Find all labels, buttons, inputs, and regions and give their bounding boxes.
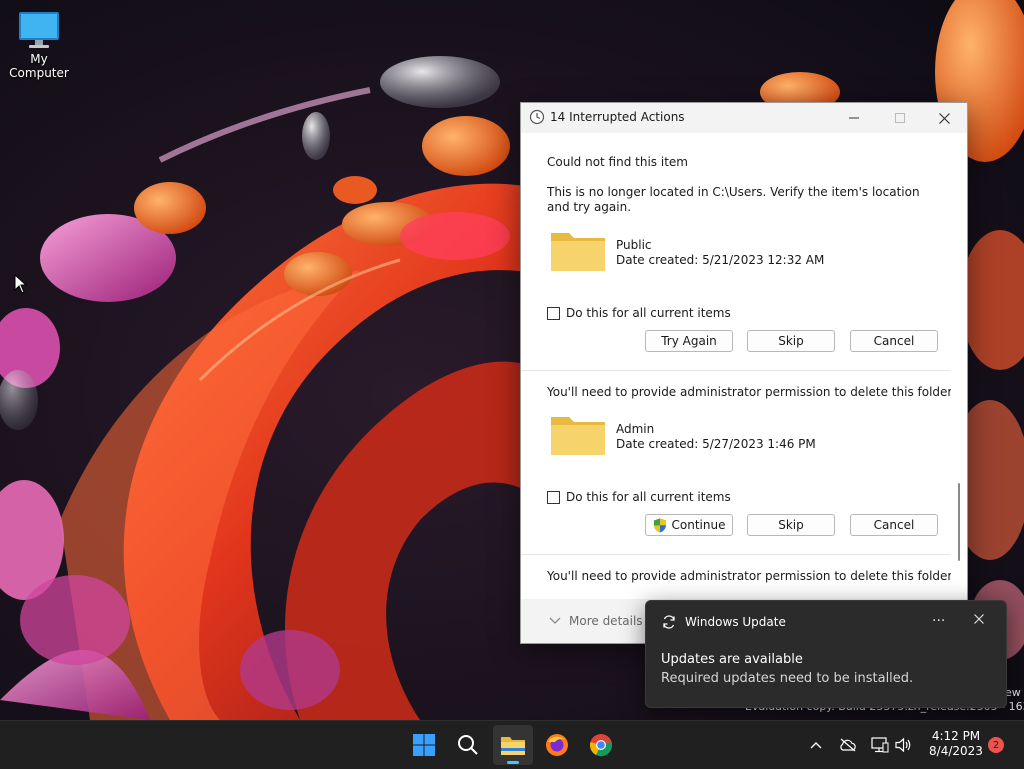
toast-more-button[interactable]: ···: [932, 613, 945, 629]
windows-update-toast[interactable]: Windows Update ··· Updates are available…: [645, 600, 1007, 708]
desktop-icon-label: My Computer: [9, 52, 69, 80]
show-hidden-icons-button[interactable]: [806, 735, 826, 755]
checkbox-label: Do this for all current items: [566, 306, 731, 320]
start-icon: [413, 734, 435, 756]
watermark-edition: ew: [1005, 686, 1021, 699]
onedrive-tray-button[interactable]: [838, 735, 858, 755]
dialog-content: Could not find this item This is no long…: [521, 143, 951, 599]
interrupted-actions-dialog: 14 Interrupted Actions Could not find th…: [520, 102, 968, 644]
toast-app-header: Windows Update: [662, 615, 786, 629]
speaker-icon: [895, 737, 911, 753]
item-heading: You'll need to provide administrator per…: [547, 569, 951, 583]
skip-button[interactable]: Skip: [747, 330, 835, 352]
search-icon: [458, 735, 478, 755]
file-name: Admin: [616, 422, 655, 436]
desktop-icon-my-computer[interactable]: My Computer: [0, 8, 78, 80]
dialog-titlebar[interactable]: 14 Interrupted Actions: [521, 103, 967, 133]
file-date: Date created: 5/27/2023 1:46 PM: [616, 437, 816, 451]
dialog-scrollbar[interactable]: [955, 143, 963, 603]
item-description: This is no longer located in C:\Users. V…: [547, 185, 920, 214]
more-details-label: More details: [569, 614, 643, 628]
item-divider: [521, 554, 951, 555]
close-icon: [974, 614, 984, 624]
active-indicator: [507, 761, 519, 764]
minimize-button[interactable]: [831, 103, 877, 133]
checkbox-box[interactable]: [547, 490, 560, 504]
more-details-toggle[interactable]: More details: [549, 614, 643, 628]
search-button[interactable]: [448, 725, 488, 765]
toast-app-name: Windows Update: [685, 615, 786, 629]
start-button[interactable]: [404, 725, 444, 765]
checkbox-box[interactable]: [547, 306, 560, 320]
minimize-icon: [849, 117, 859, 119]
close-button[interactable]: [921, 103, 967, 133]
taskbar: 4:12 PM 8/4/2023 2: [0, 720, 1024, 769]
folder-icon: [551, 417, 605, 455]
uac-shield-icon: [653, 518, 666, 532]
chevron-down-icon: [549, 617, 561, 624]
file-explorer-icon: [501, 737, 525, 755]
mouse-pointer-icon: [14, 274, 28, 294]
network-icon: [871, 737, 889, 753]
clock-icon: [529, 109, 545, 125]
item-divider: [521, 370, 951, 371]
network-tray-button[interactable]: [870, 735, 890, 755]
maximize-icon: [895, 113, 905, 123]
cancel-button[interactable]: Cancel: [850, 514, 938, 536]
firefox-button[interactable]: [537, 725, 577, 765]
scrollbar-thumb[interactable]: [958, 483, 960, 561]
folder-icon: [551, 233, 605, 271]
try-again-button[interactable]: Try Again: [645, 330, 733, 352]
toast-close-button[interactable]: [974, 613, 984, 627]
clock-date: 8/4/2023: [929, 744, 983, 758]
continue-label: Continue: [671, 518, 726, 532]
dialog-title: 14 Interrupted Actions: [550, 110, 685, 124]
taskbar-clock[interactable]: 4:12 PM 8/4/2023: [920, 729, 992, 759]
maximize-button: [877, 103, 923, 133]
notification-badge[interactable]: 2: [988, 737, 1004, 753]
volume-tray-button[interactable]: [894, 735, 914, 755]
cancel-button[interactable]: Cancel: [850, 330, 938, 352]
file-date: Date created: 5/21/2023 12:32 AM: [616, 253, 825, 267]
cloud-offline-icon: [840, 738, 856, 752]
file-explorer-button[interactable]: [493, 725, 533, 765]
monitor-icon: [19, 12, 59, 48]
firefox-icon: [546, 734, 568, 756]
toast-title: Updates are available: [661, 652, 803, 667]
sync-icon: [663, 615, 675, 629]
skip-button[interactable]: Skip: [747, 514, 835, 536]
chrome-button[interactable]: [581, 725, 621, 765]
chrome-icon: [590, 734, 612, 757]
toast-message: Required updates need to be installed.: [661, 671, 914, 686]
do-for-all-checkbox[interactable]: Do this for all current items: [547, 490, 731, 504]
do-for-all-checkbox[interactable]: Do this for all current items: [547, 306, 731, 320]
file-name: Public: [616, 238, 652, 252]
continue-button[interactable]: Continue: [645, 514, 733, 536]
chevron-up-icon: [810, 742, 822, 749]
clock-time: 4:12 PM: [931, 729, 981, 743]
item-heading: Could not find this item: [547, 155, 688, 169]
checkbox-label: Do this for all current items: [566, 490, 731, 504]
close-icon: [938, 112, 950, 124]
item-heading: You'll need to provide administrator per…: [547, 385, 951, 399]
